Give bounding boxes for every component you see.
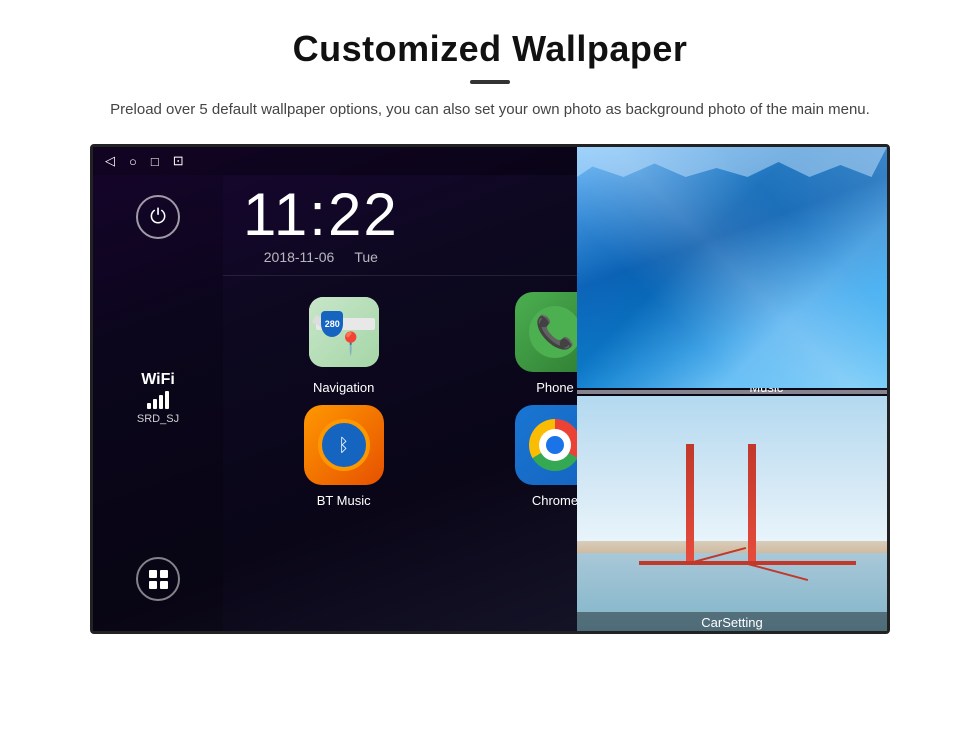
bluetooth-icon: ᛒ	[338, 435, 349, 456]
phone-circle: 📞	[529, 306, 581, 358]
wifi-ssid: SRD_SJ	[137, 413, 179, 425]
nav-pin: 📍	[337, 331, 364, 357]
page-subtitle: Preload over 5 default wallpaper options…	[110, 98, 870, 122]
ice-overlay	[577, 147, 887, 388]
wifi-bar-4	[165, 391, 169, 409]
bt-circle: ᛒ	[318, 419, 370, 471]
wallpaper-golden-gate[interactable]: CarSetting	[577, 396, 887, 634]
bridge-tower-2	[748, 444, 756, 565]
apps-grid-icon	[149, 570, 168, 589]
btmusic-label: BT Music	[317, 493, 371, 508]
clock-time: 11:22	[243, 185, 399, 245]
clock-date: 2018-11-06 Tue	[243, 249, 399, 265]
android-screen: ◁ ○ □ ⊡ ⬦ ▾ 11:22 ⏻ WiFi	[90, 144, 890, 634]
chrome-middle-ring	[539, 429, 571, 461]
wallpaper-thumbnails: CarSetting	[577, 147, 887, 634]
phone-label: Phone	[536, 380, 574, 395]
chrome-outer-ring	[529, 419, 581, 471]
thumb-divider	[577, 390, 887, 394]
phone-symbol: 📞	[535, 313, 575, 351]
apps-button[interactable]	[136, 557, 180, 601]
clock-widget: 11:22 2018-11-06 Tue	[243, 185, 399, 265]
page-title: Customized Wallpaper	[0, 0, 980, 70]
wifi-bars	[137, 393, 179, 409]
wifi-bar-1	[147, 403, 151, 409]
back-icon[interactable]: ◁	[105, 153, 115, 169]
wifi-info: WiFi SRD_SJ	[137, 371, 179, 425]
wifi-bar-2	[153, 399, 157, 409]
clock-date-value: 2018-11-06	[264, 249, 335, 265]
navigation-icon-box: 280 📍	[304, 292, 384, 372]
wifi-label: WiFi	[137, 371, 179, 389]
screenshot-icon[interactable]: ⊡	[173, 153, 184, 169]
main-area: ⏻ WiFi SRD_SJ	[93, 175, 887, 631]
recent-icon[interactable]: □	[151, 154, 159, 169]
chrome-center-dot	[546, 436, 564, 454]
title-divider	[470, 80, 510, 84]
app-btmusic[interactable]: ᛒ BT Music	[243, 405, 444, 508]
wifi-bar-3	[159, 395, 163, 409]
chrome-label: Chrome	[532, 493, 578, 508]
nav-label: Navigation	[313, 380, 374, 395]
bridge-sky	[577, 396, 887, 541]
bt-icon-box: ᛒ	[304, 405, 384, 485]
left-sidebar: ⏻ WiFi SRD_SJ	[93, 175, 223, 631]
power-icon: ⏻	[150, 206, 166, 229]
status-left: ◁ ○ □ ⊡	[105, 153, 184, 169]
power-button[interactable]: ⏻	[136, 195, 180, 239]
nav-map: 280 📍	[309, 297, 379, 367]
wallpaper-ice-cave[interactable]	[577, 147, 887, 388]
home-icon[interactable]: ○	[129, 154, 137, 169]
bridge-tower-1	[686, 444, 694, 565]
app-navigation[interactable]: 280 📍 Navigation	[243, 292, 444, 395]
clock-day-value: Tue	[354, 249, 378, 265]
device-wrapper: ◁ ○ □ ⊡ ⬦ ▾ 11:22 ⏻ WiFi	[0, 144, 980, 634]
carsetting-label[interactable]: CarSetting	[577, 612, 887, 633]
